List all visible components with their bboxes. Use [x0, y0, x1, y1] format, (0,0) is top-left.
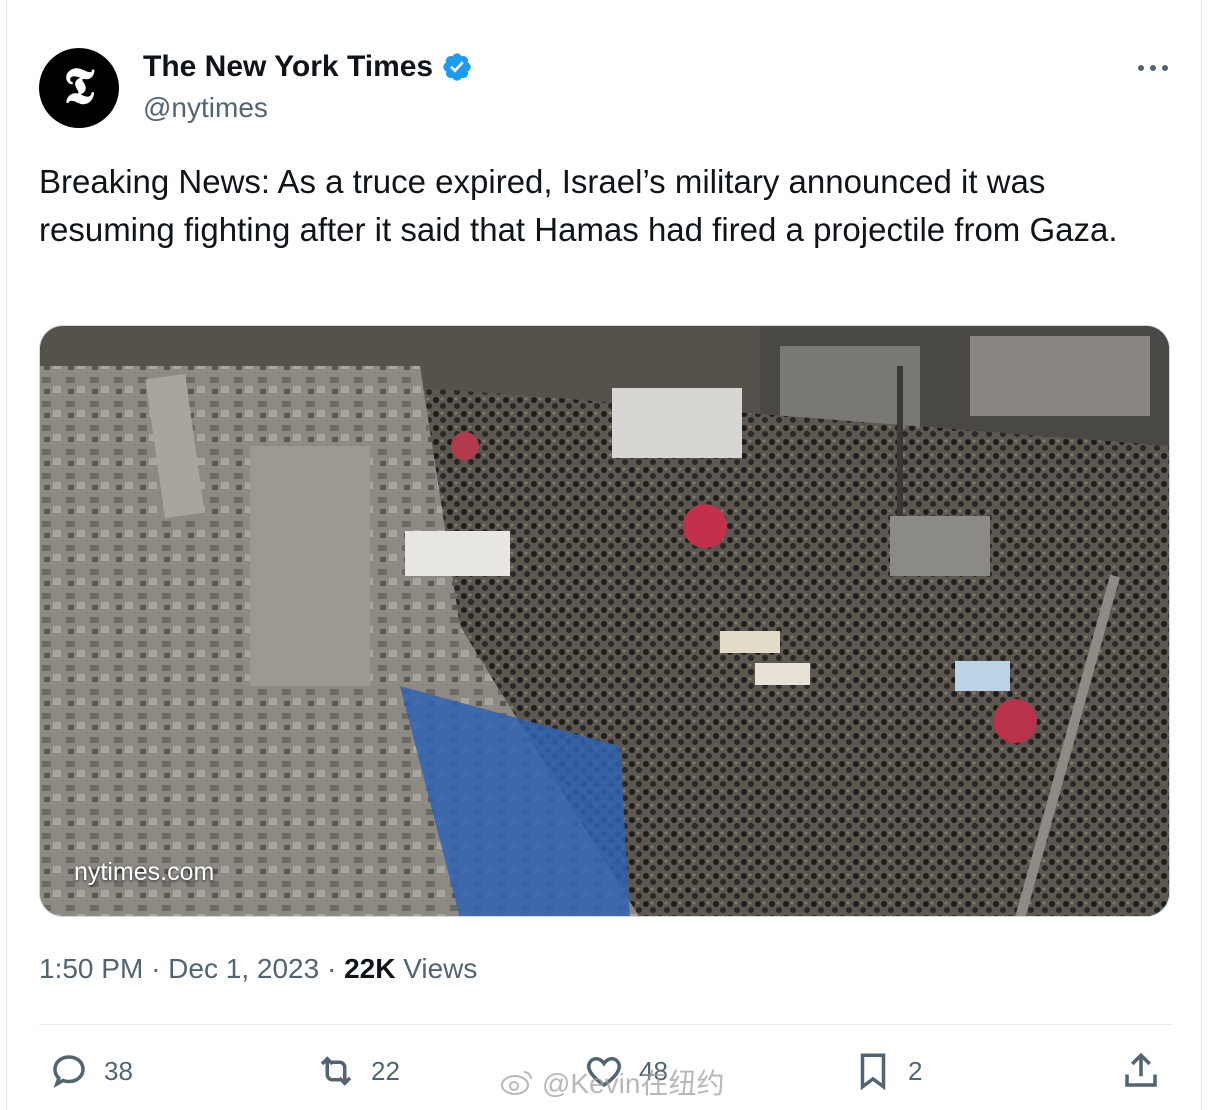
- reply-count: 38: [104, 1055, 133, 1086]
- repost-count: 22: [371, 1055, 400, 1086]
- repost-button[interactable]: 22: [315, 1050, 400, 1092]
- author-name-row[interactable]: The New York Times: [143, 50, 473, 84]
- tweet-meta: 1:50 PM · Dec 1, 2023 · 22K Views: [39, 953, 477, 985]
- author-handle[interactable]: @nytimes: [143, 92, 268, 124]
- reply-icon: [53, 1055, 85, 1089]
- share-button[interactable]: [1120, 1050, 1162, 1092]
- media-photo: [40, 326, 1169, 916]
- reply-button[interactable]: 38: [48, 1050, 133, 1092]
- share-icon: [1125, 1052, 1157, 1087]
- author-name[interactable]: The New York Times: [143, 50, 433, 84]
- meta-separator: ·: [326, 953, 345, 984]
- nyt-logo-icon: 𝕿: [63, 56, 95, 115]
- avatar[interactable]: 𝕿: [39, 48, 119, 128]
- tweet-time[interactable]: 1:50 PM: [39, 953, 143, 984]
- bookmark-button[interactable]: 2: [852, 1050, 922, 1092]
- bookmark-icon: [860, 1053, 886, 1091]
- divider: [39, 1024, 1172, 1025]
- watermark-text: @Kevin在纽约: [542, 1068, 725, 1099]
- bookmark-count: 2: [908, 1055, 923, 1086]
- more-icon[interactable]: [1133, 54, 1173, 82]
- watermark: @Kevin在纽约: [500, 1062, 724, 1102]
- tweet-media[interactable]: nytimes.com: [39, 325, 1170, 917]
- views-count: 22K: [344, 953, 396, 984]
- repost-icon: [320, 1056, 352, 1086]
- tweet-text: Breaking News: As a truce expired, Israe…: [39, 163, 1118, 248]
- media-source-caption: nytimes.com: [74, 858, 215, 886]
- meta-separator: ·: [151, 953, 169, 984]
- verified-badge-icon: [443, 53, 471, 81]
- tweet-date[interactable]: Dec 1, 2023: [168, 953, 319, 984]
- views-label: Views: [403, 953, 478, 984]
- weibo-icon: [501, 1071, 532, 1095]
